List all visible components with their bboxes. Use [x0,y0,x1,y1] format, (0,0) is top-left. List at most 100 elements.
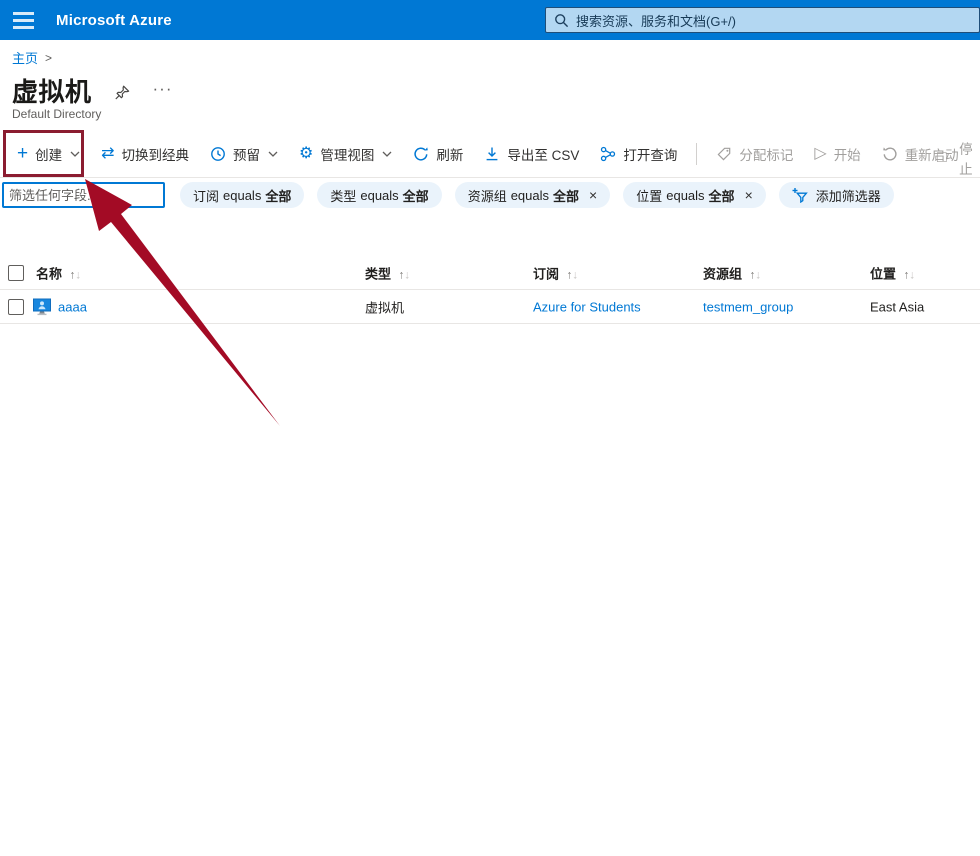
breadcrumb-home-link[interactable]: 主页 [12,48,38,67]
toolbar-bottom-divider [0,177,980,178]
download-icon [484,146,500,162]
sort-icons: ↑↓ [567,270,579,282]
refresh-icon [413,146,429,162]
pill-value: 全部 [553,186,579,205]
close-icon[interactable]: × [589,188,597,202]
azure-portal-vm-list: Microsoft Azure 搜索资源、服务和文档(G+/) 主页 > 虚拟机… [0,0,980,856]
export-csv-label: 导出至 CSV [507,144,579,164]
pill-op: equals [223,188,261,203]
start-button[interactable]: ▷ 开始 [812,144,862,164]
start-label: 开始 [834,144,861,164]
assign-tags-label: 分配标记 [739,144,793,164]
reservations-button[interactable]: 预留 [208,144,280,164]
sort-icons: ↑↓ [70,270,82,282]
swap-arrows-icon: ⇄ [101,146,114,162]
create-label: 创建 [35,144,62,164]
gear-icon: ⚙ [299,146,313,162]
sort-icons: ↑↓ [904,270,916,282]
directory-subtitle: Default Directory [12,107,101,121]
vm-resource-group-link[interactable]: testmem_group [703,300,793,315]
column-label: 订阅 [533,267,559,282]
column-label: 名称 [36,267,62,282]
filter-pills: 订阅 equals 全部 类型 equals 全部 资源组 equals 全部 … [180,182,894,208]
chevron-down-icon [70,151,80,157]
create-button[interactable]: + 创建 [15,144,82,164]
column-label: 资源组 [703,267,742,282]
stop-button[interactable]: □ 停止 [935,138,980,178]
query-share-icon [600,146,616,162]
page-title: 虚拟机 [12,72,92,109]
plus-icon: + [17,147,28,161]
export-csv-button[interactable]: 导出至 CSV [482,144,581,164]
restart-icon [882,146,898,162]
refresh-label: 刷新 [436,144,463,164]
breadcrumb: 主页 > [12,48,52,67]
pin-icon[interactable] [114,84,131,101]
annotation-arrow [0,0,980,856]
search-placeholder: 搜索资源、服务和文档(G+/) [576,11,736,30]
hamburger-menu-icon[interactable] [0,0,46,40]
vm-location-cell: East Asia [870,300,924,315]
column-header-name[interactable]: 名称 ↑↓ [36,264,81,283]
pill-value: 全部 [265,186,291,205]
filter-any-field-input[interactable] [2,182,165,208]
virtual-machine-icon [33,299,51,316]
top-bar: Microsoft Azure 搜索资源、服务和文档(G+/) [0,0,980,40]
table-row: aaaa 虚拟机 Azure for Students testmem_grou… [0,291,980,324]
sort-icons: ↑↓ [399,270,411,282]
table-header: 名称 ↑↓ 类型 ↑↓ 订阅 ↑↓ 资源组 ↑↓ 位置 ↑↓ [0,257,980,290]
chevron-down-icon [268,151,278,157]
column-label: 位置 [870,267,896,282]
filter-pill-location[interactable]: 位置 equals 全部 × [623,182,766,208]
column-header-location[interactable]: 位置 ↑↓ [870,264,915,283]
pill-op: equals [666,188,704,203]
pill-op: equals [360,188,398,203]
search-icon [554,13,569,28]
more-options-button[interactable]: ··· [153,79,173,99]
global-search-input[interactable]: 搜索资源、服务和文档(G+/) [545,7,980,33]
tag-icon [716,146,732,162]
play-icon: ▷ [814,146,826,162]
pill-value: 全部 [709,186,735,205]
manage-view-button[interactable]: ⚙ 管理视图 [297,144,394,164]
row-checkbox[interactable] [8,299,24,315]
pill-op: equals [511,188,549,203]
manage-view-label: 管理视图 [320,144,374,164]
title-row: 虚拟机 ··· [12,72,173,109]
open-query-button[interactable]: 打开查询 [598,144,679,164]
pill-field: 订阅 [193,186,219,205]
sort-icons: ↑↓ [750,270,762,282]
assign-tags-button[interactable]: 分配标记 [714,144,795,164]
pill-field: 位置 [636,186,662,205]
switch-to-classic-button[interactable]: ⇄ 切换到经典 [99,144,191,164]
vm-type-cell: 虚拟机 [365,298,404,317]
filter-pill-subscription[interactable]: 订阅 equals 全部 [180,182,304,208]
add-filter-icon [792,187,809,203]
vm-subscription-link[interactable]: Azure for Students [533,300,641,315]
column-header-type[interactable]: 类型 ↑↓ [365,264,410,283]
vm-name-link[interactable]: aaaa [58,300,87,315]
close-icon[interactable]: × [745,188,753,202]
clock-icon [210,146,226,162]
column-label: 类型 [365,267,391,282]
breadcrumb-separator: > [45,51,52,65]
filter-pill-resource-group[interactable]: 资源组 equals 全部 × [455,182,611,208]
pill-field: 类型 [330,186,356,205]
select-all-checkbox[interactable] [8,265,24,281]
filter-pill-type[interactable]: 类型 equals 全部 [317,182,441,208]
add-filter-button[interactable]: 添加筛选器 [779,182,894,208]
stop-square-icon: □ [937,150,947,166]
brand-title[interactable]: Microsoft Azure [56,12,172,29]
switch-to-classic-label: 切换到经典 [122,144,190,164]
command-bar: + 创建 ⇄ 切换到经典 预留 ⚙ 管理视图 刷新 [0,130,980,177]
toolbar-divider [696,143,697,165]
add-filter-label: 添加筛选器 [816,186,881,205]
stop-label: 停止 [954,138,978,178]
column-header-resource-group[interactable]: 资源组 ↑↓ [703,264,761,283]
column-header-subscription[interactable]: 订阅 ↑↓ [533,264,578,283]
pill-field: 资源组 [468,186,507,205]
refresh-button[interactable]: 刷新 [411,144,465,164]
pill-value: 全部 [403,186,429,205]
chevron-down-icon [382,151,392,157]
reservations-label: 预留 [233,144,260,164]
